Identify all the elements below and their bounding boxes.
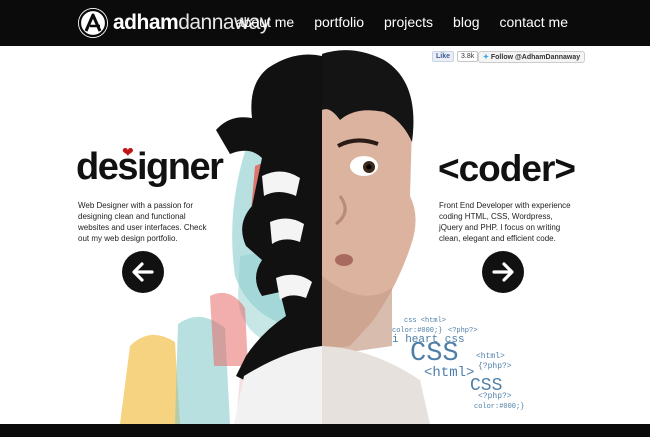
footer-strip (0, 424, 650, 437)
code-word-8: <html> (424, 365, 474, 381)
main-nav: about me portfolio projects blog contact… (236, 14, 568, 30)
arrow-right-icon (492, 262, 514, 282)
designer-heading: designer (76, 146, 224, 188)
logo-mark-icon (78, 8, 108, 38)
code-word-7: {?php?> (478, 362, 512, 371)
designer-description: Web Designer with a passion for designin… (78, 201, 207, 243)
code-word-1: css <html> (404, 317, 446, 325)
nav-portfolio[interactable]: portfolio (314, 14, 364, 30)
designer-portfolio-arrow-button[interactable] (122, 251, 164, 293)
code-word-6: <html> (476, 352, 505, 361)
nav-projects[interactable]: projects (384, 14, 433, 30)
arrow-left-icon (132, 262, 154, 282)
top-navigation-bar: adhamdannaway about me portfolio project… (0, 0, 650, 46)
coder-heading: <coder> (438, 148, 576, 189)
code-word-11: color:#000;} (474, 403, 524, 411)
coder-portfolio-arrow-button[interactable] (482, 251, 524, 293)
coder-description: Front End Developer with experience codi… (439, 201, 571, 243)
nav-contact-me[interactable]: contact me (500, 14, 568, 30)
nav-blog[interactable]: blog (453, 14, 479, 30)
code-word-10: <?php?> (478, 392, 512, 401)
logo-text-bold: adham (113, 11, 179, 34)
nav-about-me[interactable]: about me (236, 14, 294, 30)
